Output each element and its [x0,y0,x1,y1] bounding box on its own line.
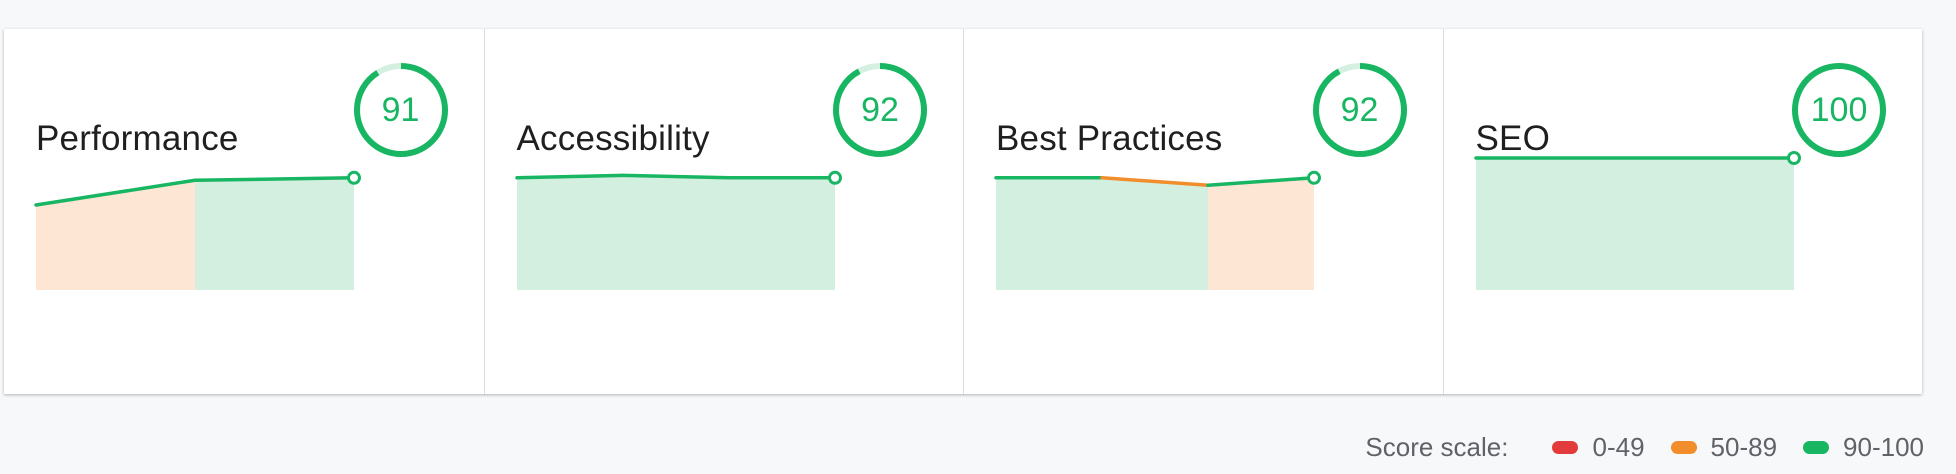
category-cards: Performance 91 Accessibility 92 Best Pra… [4,29,1922,394]
legend-swatch-icon [1552,440,1579,454]
score-history-chart [34,170,361,290]
category-card-accessibility[interactable]: Accessibility 92 [483,29,964,394]
legend-range: 0-49 [1592,431,1645,462]
latest-score-point [1786,151,1801,165]
score-history-chart [514,170,842,290]
score-history-chart [1473,151,1801,290]
category-card-seo[interactable]: SEO 100 [1442,29,1923,394]
history-area-segment [195,177,354,290]
history-area-segment [36,180,195,290]
legend-label: Score scale: [1365,431,1509,462]
category-card-best-practices[interactable]: Best Practices 92 [963,29,1443,394]
history-area-segment [1475,158,1794,290]
legend-item-pass: 90-100 [1803,432,1924,463]
history-line-segment [620,173,731,180]
latest-score-point [347,170,361,185]
category-card-performance[interactable]: Performance 91 [4,29,484,394]
history-area-segment [516,175,623,290]
latest-score-point [1307,170,1321,185]
legend-item-fail: 0-49 [1552,431,1645,463]
legend-range: 50-89 [1710,431,1778,462]
history-area-segment [622,175,729,290]
history-area-segment [996,177,1102,290]
history-area-segment [1102,177,1208,290]
legend-item-average: 50-89 [1670,431,1778,463]
history-line-segment [193,176,356,183]
history-area-segment [1208,177,1314,290]
score-scale-legend: Score scale: 0-49 50-89 90-100 [1365,430,1924,464]
history-area-segment [728,177,835,290]
history-line-segment [514,173,625,180]
score-history-chart [994,170,1321,290]
latest-score-point [827,170,842,185]
legend-swatch-icon [1803,440,1830,454]
legend-range: 90-100 [1843,431,1924,462]
legend-swatch-icon [1670,440,1697,454]
